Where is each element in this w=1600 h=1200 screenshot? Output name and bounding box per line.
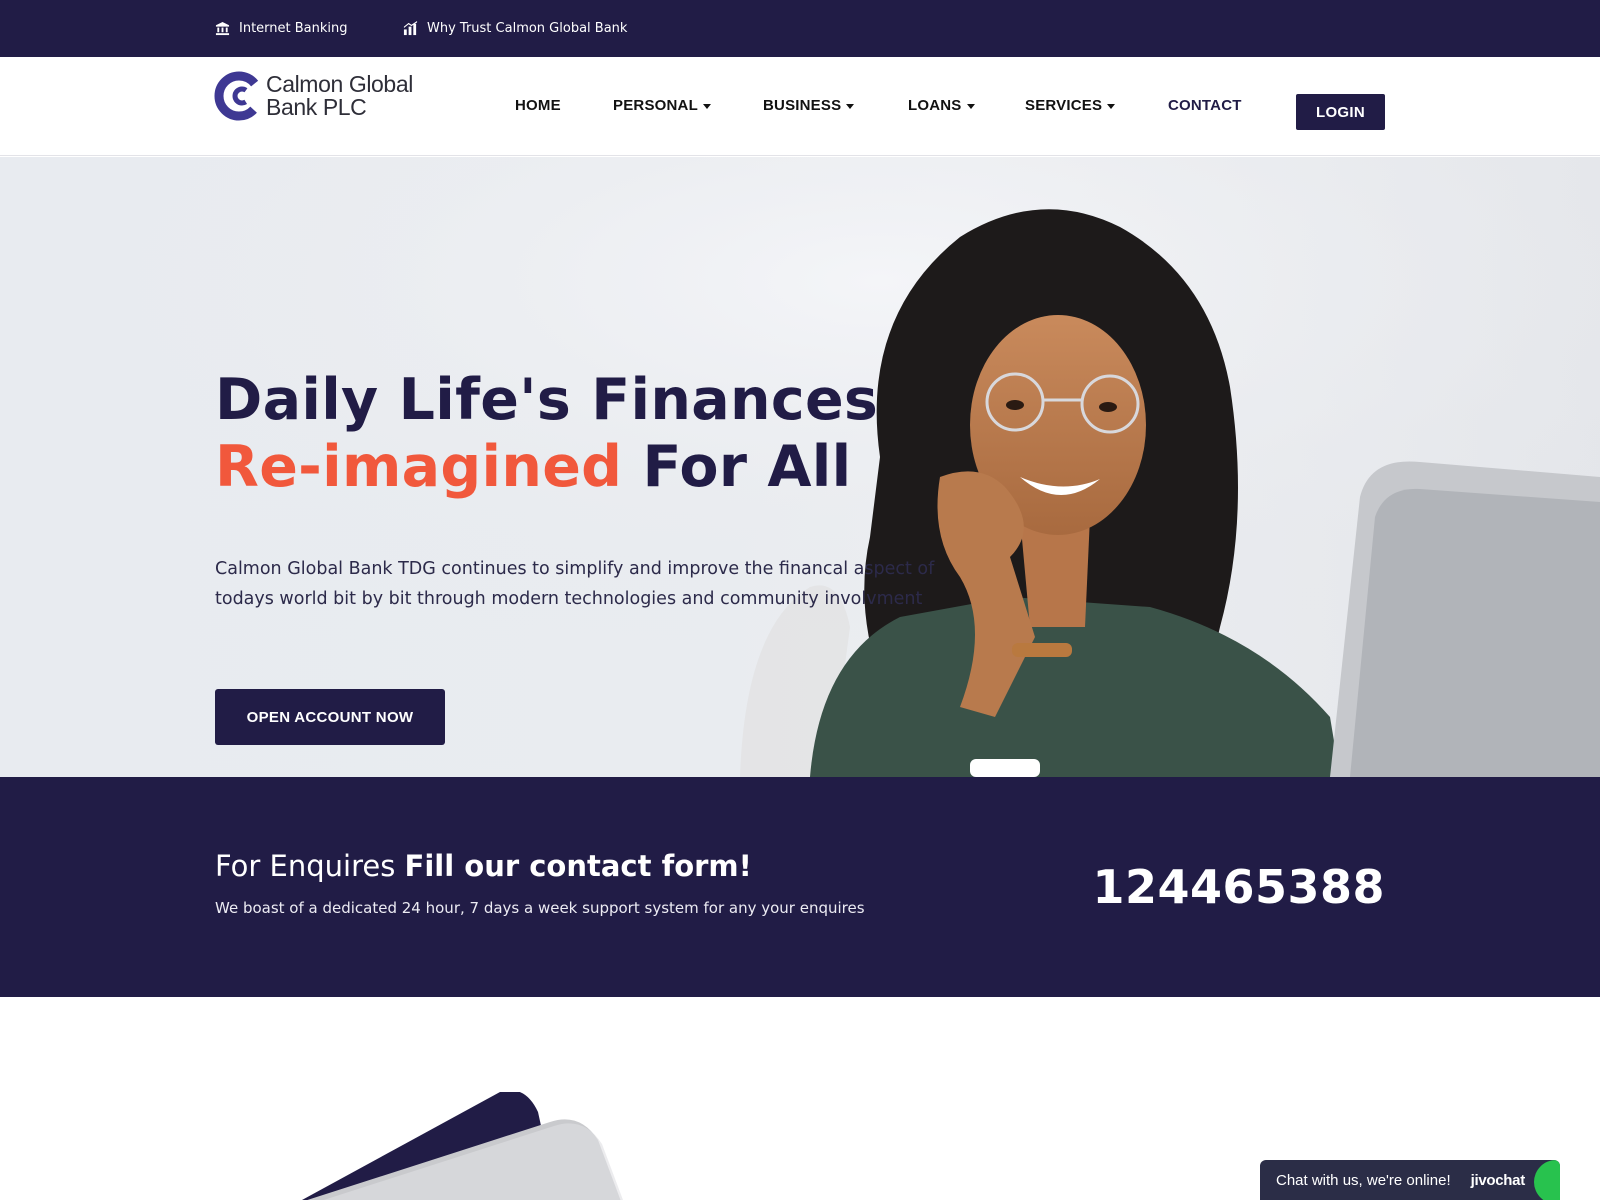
contact-form-link[interactable]: Fill our contact form! [405,849,752,883]
nav-business-label: BUSINESS [763,97,842,114]
bank-icon [215,21,230,36]
internet-banking-label: Internet Banking [239,21,348,36]
top-bar: Internet Banking Why Trust Calmon Global… [0,0,1600,57]
hero-title-accent: Re-imagined [215,434,623,500]
support-phone-number[interactable]: 124465388 [1092,860,1385,914]
bank-cards-illustration [302,1092,623,1200]
logo-line-1: Calmon Global [266,71,413,97]
enquiries-subtitle: We boast of a dedicated 24 hour, 7 days … [215,899,865,917]
logo-mark-icon [214,71,264,121]
nav-business[interactable]: BUSINESS [763,97,855,114]
enquiries-band: For Enquires Fill our contact form! We b… [0,777,1600,997]
nav-home-label: HOME [515,97,561,114]
nav-contact-label: CONTACT [1168,97,1242,114]
chat-brand-logo: jivochat [1470,1171,1526,1189]
nav-loans-label: LOANS [908,97,962,114]
chat-message: Chat with us, we're online! [1276,1171,1451,1189]
hero-title-line-1: Daily Life's Finances [215,367,879,433]
why-trust-link[interactable]: Why Trust Calmon Global Bank [403,0,627,57]
nav-services-label: SERVICES [1025,97,1103,114]
hero-title-rest: For All [642,434,852,500]
hero-section: Daily Life's Finances Re-imagined For Al… [0,157,1600,777]
internet-banking-link[interactable]: Internet Banking [215,0,348,57]
live-chat-widget[interactable]: Chat with us, we're online! jivochat [1260,1160,1560,1200]
nav-home[interactable]: HOME [515,97,561,114]
nav-services[interactable]: SERVICES [1025,97,1116,114]
chat-status-icon [1534,1160,1560,1200]
logo-line-2: Bank PLC [266,94,367,120]
caret-down-icon [702,103,711,109]
hero-description: Calmon Global Bank TDG continues to simp… [215,559,935,609]
enquiries-heading: For Enquires Fill our contact form! [215,849,752,883]
site-header: Calmon Global Bank PLC HOME PERSONAL BUS… [0,57,1600,156]
open-account-button[interactable]: OPEN ACCOUNT NOW [215,689,445,745]
login-button[interactable]: LOGIN [1296,94,1385,130]
hero-title: Daily Life's Finances Re-imagined For Al… [215,367,878,501]
caret-down-icon [1107,103,1116,109]
nav-personal[interactable]: PERSONAL [613,97,711,114]
caret-down-icon [846,103,855,109]
caret-down-icon [966,103,975,109]
why-trust-label: Why Trust Calmon Global Bank [427,21,628,36]
nav-personal-label: PERSONAL [613,97,698,114]
nav-loans[interactable]: LOANS [908,97,975,114]
bank-logo[interactable]: Calmon Global Bank PLC [214,66,424,126]
chart-icon [403,21,418,36]
logo-wordmark: Calmon Global Bank PLC [266,73,413,119]
nav-contact[interactable]: CONTACT [1168,97,1242,114]
enquiries-lead: For Enquires [215,849,396,883]
